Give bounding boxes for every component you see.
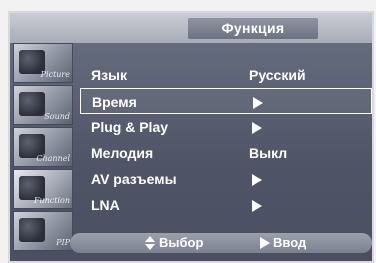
- menu-item-value: Русский: [249, 67, 306, 83]
- move-hint-label: Выбор: [159, 235, 204, 250]
- menu-item-av-connectors[interactable]: AV разъемы: [80, 166, 372, 192]
- category-sidebar: Picture Sound Channel Function PIP: [13, 43, 73, 257]
- pip-icon: [19, 218, 45, 242]
- menu-item-label: AV разъемы: [91, 171, 177, 187]
- submenu-arrow-icon: [252, 122, 262, 134]
- enter-hint-label: Ввод: [273, 235, 307, 250]
- menu-item-label: Мелодия: [91, 145, 154, 161]
- sidebar-item-picture[interactable]: Picture: [13, 43, 73, 83]
- tv-screen: Функция Picture Sound Channel Function P…: [0, 0, 376, 263]
- sidebar-item-channel[interactable]: Channel: [13, 127, 73, 167]
- sidebar-item-label: Channel: [36, 154, 70, 163]
- function-menu-list: Язык Русский Время Plug & Play Мелодия В…: [80, 62, 372, 218]
- menu-item-value: Выкл: [249, 145, 288, 161]
- menu-item-label: Plug & Play: [91, 119, 169, 135]
- submenu-arrow-icon: [253, 97, 263, 109]
- move-hint: Выбор: [145, 235, 203, 250]
- menu-item-label: LNA: [91, 197, 120, 213]
- enter-hint: Ввод: [260, 235, 306, 250]
- sidebar-item-label: PIP: [56, 238, 70, 247]
- sidebar-item-pip[interactable]: PIP: [13, 211, 73, 251]
- menu-item-label: Язык: [91, 67, 127, 83]
- menu-item-plug-and-play[interactable]: Plug & Play: [80, 114, 372, 140]
- menu-item-time[interactable]: Время: [80, 88, 372, 114]
- up-down-arrows-icon: [145, 235, 156, 250]
- menu-item-melody[interactable]: Мелодия Выкл: [80, 140, 372, 166]
- sidebar-item-label: Function: [33, 196, 70, 205]
- sound-icon: [19, 92, 45, 116]
- menu-header: Функция: [10, 13, 372, 43]
- submenu-arrow-icon: [252, 174, 262, 186]
- osd-menu-panel: Функция Picture Sound Channel Function P…: [8, 11, 374, 263]
- sidebar-item-sound[interactable]: Sound: [13, 85, 73, 125]
- enter-arrow-icon: [260, 236, 270, 249]
- menu-item-lna[interactable]: LNA: [80, 192, 372, 218]
- menu-title: Функция: [188, 18, 318, 39]
- sidebar-item-label: Sound: [44, 112, 70, 121]
- menu-item-label: Время: [92, 94, 137, 110]
- sidebar-item-label: Picture: [40, 70, 70, 79]
- submenu-arrow-icon: [252, 200, 262, 212]
- help-bar: Выбор Ввод: [70, 233, 372, 253]
- menu-item-language[interactable]: Язык Русский: [80, 62, 372, 88]
- sidebar-item-function[interactable]: Function: [13, 169, 73, 209]
